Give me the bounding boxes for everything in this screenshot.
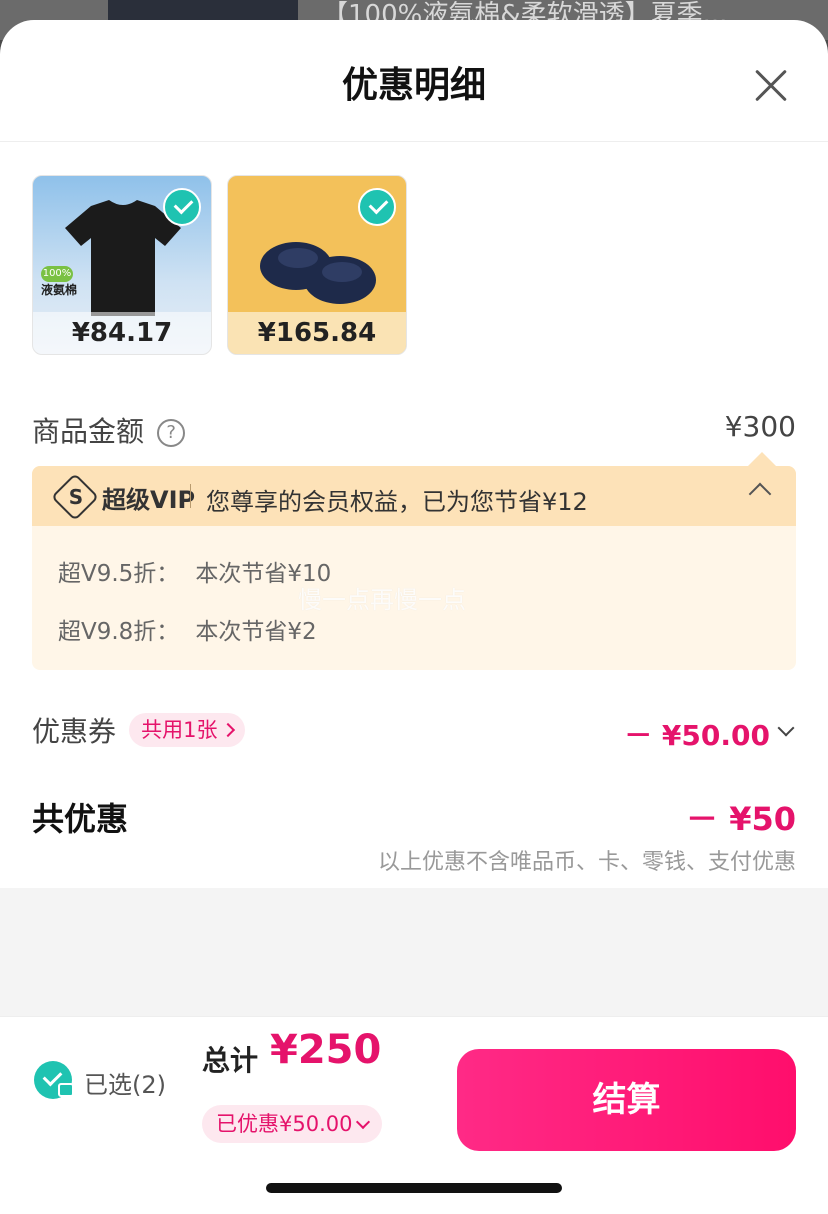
product-tag-label: 液氨棉: [41, 283, 78, 297]
saved-amount-label: 已优惠¥50.00: [216, 1112, 353, 1136]
total-discount-note: 以上优惠不含唯品币、卡、零钱、支付优惠: [377, 850, 796, 875]
sheet-header: 优惠明细: [0, 20, 828, 142]
product-badge: 100%: [41, 266, 73, 282]
goods-amount-row: 商品金额 ? ¥300: [32, 410, 796, 450]
watermark-text: 慢一点再慢一点: [298, 586, 466, 614]
sheet-title: 优惠明细: [341, 65, 486, 106]
vip-discount-line: 超V9.8折： 本次节省¥2: [58, 612, 317, 646]
selected-count: 已选(2): [84, 1071, 166, 1099]
vip-line-key: 超V9.8折：: [58, 619, 180, 645]
divider: [190, 484, 191, 508]
vip-discount-panel: S 超级VIP 您尊享的会员权益，已为您节省¥12 超V9.5折： 本次节省¥10…: [32, 452, 796, 670]
coupon-row[interactable]: 优惠券 共用1张 － ¥50.00: [32, 710, 796, 754]
total-discount-row: 共优惠 － ¥50 以上优惠不含唯品币、卡、零钱、支付优惠: [32, 794, 796, 875]
vip-discount-line: 超V9.5折： 本次节省¥10: [58, 554, 331, 588]
product-price: ¥165.84: [228, 312, 406, 354]
chevron-down-icon[interactable]: [777, 719, 795, 737]
goods-amount-label: 商品金额: [32, 415, 145, 448]
chevron-up-icon[interactable]: [748, 482, 772, 506]
total-label: 总计: [202, 1044, 259, 1077]
selected-check-icon[interactable]: [163, 188, 201, 226]
panel-caret: [748, 452, 776, 466]
close-button[interactable]: [746, 60, 796, 110]
selected-check-icon[interactable]: [358, 188, 396, 226]
product-card-clogs[interactable]: ¥165.84: [227, 175, 407, 355]
coupon-label: 优惠券: [32, 715, 117, 748]
saved-amount-pill[interactable]: 已优惠¥50.00: [202, 1105, 383, 1143]
chevron-down-icon: [356, 1114, 371, 1130]
vip-description: 您尊享的会员权益，已为您节省¥12: [206, 488, 588, 516]
vip-line-key: 超V9.5折：: [58, 561, 180, 587]
vip-brand: 超级VIP: [102, 486, 196, 514]
total-price: ¥250: [270, 1027, 382, 1073]
home-indicator: [266, 1183, 562, 1193]
product-price: ¥84.17: [33, 312, 211, 354]
coupon-value: － ¥50.00: [624, 719, 770, 752]
spacer-area: [0, 888, 828, 1016]
checkout-bar: 已选(2) 总计 ¥250 已优惠¥50.00 结算: [0, 1016, 828, 1214]
help-icon[interactable]: ?: [157, 419, 186, 447]
product-card-tshirt[interactable]: 100% 液氨棉 ¥84.17: [32, 175, 212, 355]
vip-line-value: 本次节省¥2: [195, 619, 317, 645]
coupon-count-pill[interactable]: 共用1张: [129, 713, 246, 747]
lock-icon: [58, 1083, 74, 1097]
coupon-count-label: 共用1张: [141, 718, 218, 742]
total-discount-value: － ¥50: [686, 800, 796, 838]
vip-badge-letter: S: [68, 485, 84, 509]
total-discount-label: 共优惠: [32, 800, 129, 838]
chevron-right-icon: [221, 722, 236, 738]
checkout-button[interactable]: 结算: [457, 1049, 796, 1151]
discount-detail-sheet: 优惠明细 100% 液氨棉 ¥84.17 ¥165.84 商品金额 ? ¥300…: [0, 20, 828, 1214]
goods-amount-value: ¥300: [724, 410, 796, 443]
vip-header[interactable]: S 超级VIP 您尊享的会员权益，已为您节省¥12: [32, 466, 796, 526]
